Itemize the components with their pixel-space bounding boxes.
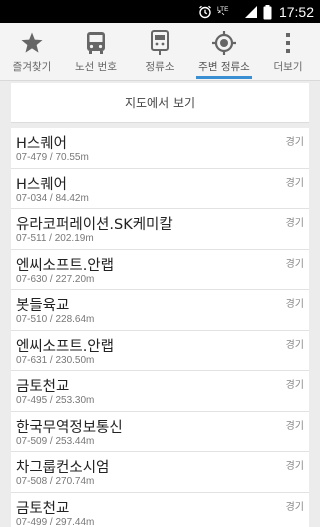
stop-name: H스퀘어	[16, 136, 67, 152]
list-item[interactable]: 엔씨소프트.안랩 07-630 / 227.20m 경기	[11, 249, 309, 290]
signal-icon	[244, 5, 258, 19]
list-item[interactable]: H스퀘어 07-034 / 84.42m 경기	[11, 168, 309, 209]
stop-id-distance: 07-630 / 227.20m	[16, 273, 95, 285]
list-item[interactable]: 금토천교 07-499 / 297.44m 경기	[11, 492, 309, 527]
stop-region: 경기	[285, 177, 304, 189]
stop-name: 금토천교	[16, 500, 70, 517]
status-time: 17:52	[278, 4, 314, 20]
list-item[interactable]: 금토천교 07-495 / 253.30m 경기	[11, 371, 309, 412]
list-item[interactable]: 차그룹컨소시엄 07-508 / 270.74m 경기	[11, 452, 309, 493]
location-target-icon	[210, 30, 238, 56]
nearby-stop-list: H스퀘어 07-479 / 70.55m 경기 H스퀘어 07-034 / 84…	[11, 128, 309, 527]
stop-name: H스퀘어	[16, 176, 67, 193]
view-on-map-label: 지도에서 보기	[124, 96, 196, 110]
tab-nearby-stops[interactable]: 주변 정류소	[192, 23, 256, 81]
stop-id-distance: 07-511 / 202.19m	[16, 233, 94, 244]
tab-favorites[interactable]: 즐겨찾기	[0, 23, 64, 81]
tab-route-number[interactable]: 노선 번호	[64, 23, 128, 81]
tab-bar: 즐겨찾기 노선 번호 정류소 주변 정류소 더보기	[0, 23, 320, 81]
stop-name: 봇들육교	[16, 298, 70, 314]
active-tab-indicator	[196, 76, 252, 79]
stop-id-distance: 07-508 / 270.74m	[16, 476, 95, 487]
stop-name: 금토천교	[16, 379, 70, 395]
lte-icon: LTE	[217, 4, 239, 20]
stop-region: 경기	[285, 339, 304, 351]
bus-icon	[82, 30, 110, 56]
stop-name: 한국무역정보통신	[16, 419, 123, 436]
stop-region: 경기	[285, 218, 304, 229]
tab-label: 노선 번호	[75, 61, 117, 73]
stop-id-distance: 07-631 / 230.50m	[16, 354, 95, 366]
stop-id-distance: 07-479 / 70.55m	[16, 152, 89, 163]
status-bar: LTE 17:52	[0, 0, 320, 23]
bus-stop-icon	[146, 30, 174, 56]
tab-label: 더보기	[273, 61, 303, 73]
list-item[interactable]: 엔씨소프트.안랩 07-631 / 230.50m 경기	[11, 330, 309, 371]
stop-id-distance: 07-509 / 253.44m	[16, 435, 95, 447]
stop-name: 엔씨소프트.안랩	[16, 257, 114, 274]
stop-id-distance: 07-510 / 228.64m	[16, 314, 95, 325]
stop-region: 경기	[285, 299, 304, 310]
list-item[interactable]: 유라코퍼레이션.SK케미칼 07-511 / 202.19m 경기	[11, 209, 309, 250]
tab-more[interactable]: 더보기	[256, 23, 320, 81]
tab-label: 주변 정류소	[198, 61, 250, 73]
stop-region: 경기	[285, 137, 304, 148]
stop-id-distance: 07-034 / 84.42m	[16, 192, 89, 204]
status-icons: LTE 17:52	[198, 3, 314, 21]
tab-bus-stop[interactable]: 정류소	[128, 23, 192, 81]
battery-icon	[263, 4, 272, 20]
stop-name: 차그룹컨소시엄	[16, 460, 110, 476]
alarm-icon	[198, 5, 212, 19]
view-on-map-button[interactable]: 지도에서 보기	[11, 83, 309, 123]
tab-label: 즐겨찾기	[12, 61, 52, 73]
stop-region: 경기	[285, 258, 304, 270]
stop-region: 경기	[285, 501, 304, 513]
stop-name: 엔씨소프트.안랩	[16, 338, 114, 355]
stop-region: 경기	[285, 461, 304, 472]
list-item[interactable]: H스퀘어 07-479 / 70.55m 경기	[11, 128, 309, 169]
tab-label: 정류소	[145, 61, 175, 73]
stop-id-distance: 07-495 / 253.30m	[16, 395, 95, 406]
stop-region: 경기	[285, 420, 304, 432]
star-icon	[18, 30, 46, 56]
more-vertical-icon	[274, 30, 302, 56]
list-item[interactable]: 봇들육교 07-510 / 228.64m 경기	[11, 290, 309, 331]
stop-id-distance: 07-499 / 297.44m	[16, 516, 95, 527]
stop-region: 경기	[285, 380, 304, 391]
stop-name: 유라코퍼레이션.SK케미칼	[16, 217, 173, 233]
list-item[interactable]: 한국무역정보통신 07-509 / 253.44m 경기	[11, 411, 309, 452]
